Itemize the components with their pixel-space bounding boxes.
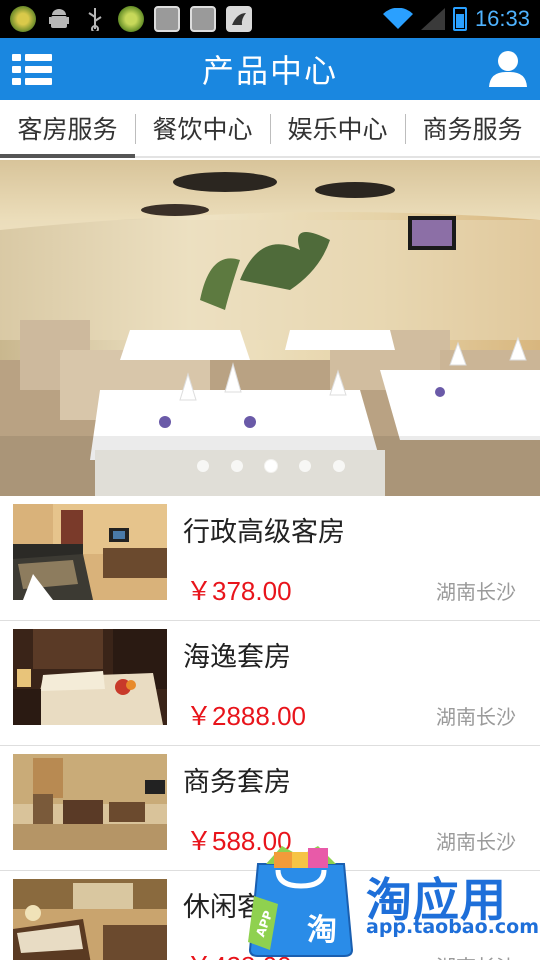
bag-char: 淘 bbox=[307, 913, 337, 948]
gallery-app-icon bbox=[226, 6, 252, 32]
home-app-icon-2 bbox=[190, 6, 216, 32]
shopping-bag-logo-icon: 淘 APP bbox=[248, 846, 354, 957]
product-price: ￥2888.00 bbox=[186, 701, 306, 731]
tab-room-service[interactable]: 客房服务 bbox=[0, 100, 135, 158]
restaurant-banner-image bbox=[0, 160, 540, 496]
app-screen: 16:33 产品中心 客房服务 餐饮中心 娱乐中心 商务服务 行政高级客房 ￥3… bbox=[0, 0, 540, 960]
product-thumbnail bbox=[13, 629, 167, 725]
banner-carousel[interactable] bbox=[0, 160, 540, 496]
tab-entertainment[interactable]: 娱乐中心 bbox=[270, 100, 405, 156]
taobao-app-badge[interactable]: 淘 APP 淘应用 app.taobao.com bbox=[244, 842, 540, 960]
category-tabs: 客房服务 餐饮中心 娱乐中心 商务服务 bbox=[0, 100, 540, 158]
product-name: 行政高级客房 bbox=[183, 517, 345, 548]
signal-icon bbox=[420, 8, 445, 30]
carousel-dot-active[interactable] bbox=[265, 460, 277, 472]
carousel-dot[interactable] bbox=[333, 460, 345, 472]
product-thumbnail bbox=[13, 504, 167, 600]
carousel-indicator bbox=[0, 460, 540, 472]
product-price: ￥378.00 bbox=[186, 576, 292, 606]
clock: 16:33 bbox=[474, 6, 530, 31]
product-location: 湖南长沙 bbox=[436, 705, 516, 729]
product-name: 海逸套房 bbox=[183, 642, 291, 673]
header-bar: 产品中心 bbox=[0, 38, 540, 100]
carousel-dot[interactable] bbox=[197, 460, 209, 472]
user-icon[interactable] bbox=[488, 49, 528, 89]
wifi-icon bbox=[382, 8, 413, 29]
carousel-dot[interactable] bbox=[231, 460, 243, 472]
android-debug-icon bbox=[46, 6, 72, 32]
game-app-icon bbox=[10, 6, 36, 32]
product-name: 商务套房 bbox=[183, 767, 291, 798]
list-item[interactable]: 行政高级客房 ￥378.00 湖南长沙 bbox=[0, 496, 540, 621]
taobao-url: app.taobao.com bbox=[366, 916, 540, 938]
product-thumbnail bbox=[13, 879, 167, 960]
home-app-icon bbox=[154, 6, 180, 32]
tab-business[interactable]: 商务服务 bbox=[405, 100, 540, 156]
page-title: 产品中心 bbox=[201, 52, 338, 90]
tab-dining[interactable]: 餐饮中心 bbox=[135, 100, 270, 156]
battery-icon bbox=[452, 7, 467, 31]
product-thumbnail bbox=[13, 754, 167, 850]
status-bar: 16:33 bbox=[0, 0, 540, 38]
product-location: 湖南长沙 bbox=[436, 580, 516, 604]
usb-icon bbox=[82, 6, 108, 32]
list-item[interactable]: 海逸套房 ￥2888.00 湖南长沙 bbox=[0, 621, 540, 746]
list-menu-icon[interactable] bbox=[12, 51, 52, 87]
download-app-icon bbox=[118, 6, 144, 32]
carousel-dot[interactable] bbox=[299, 460, 311, 472]
